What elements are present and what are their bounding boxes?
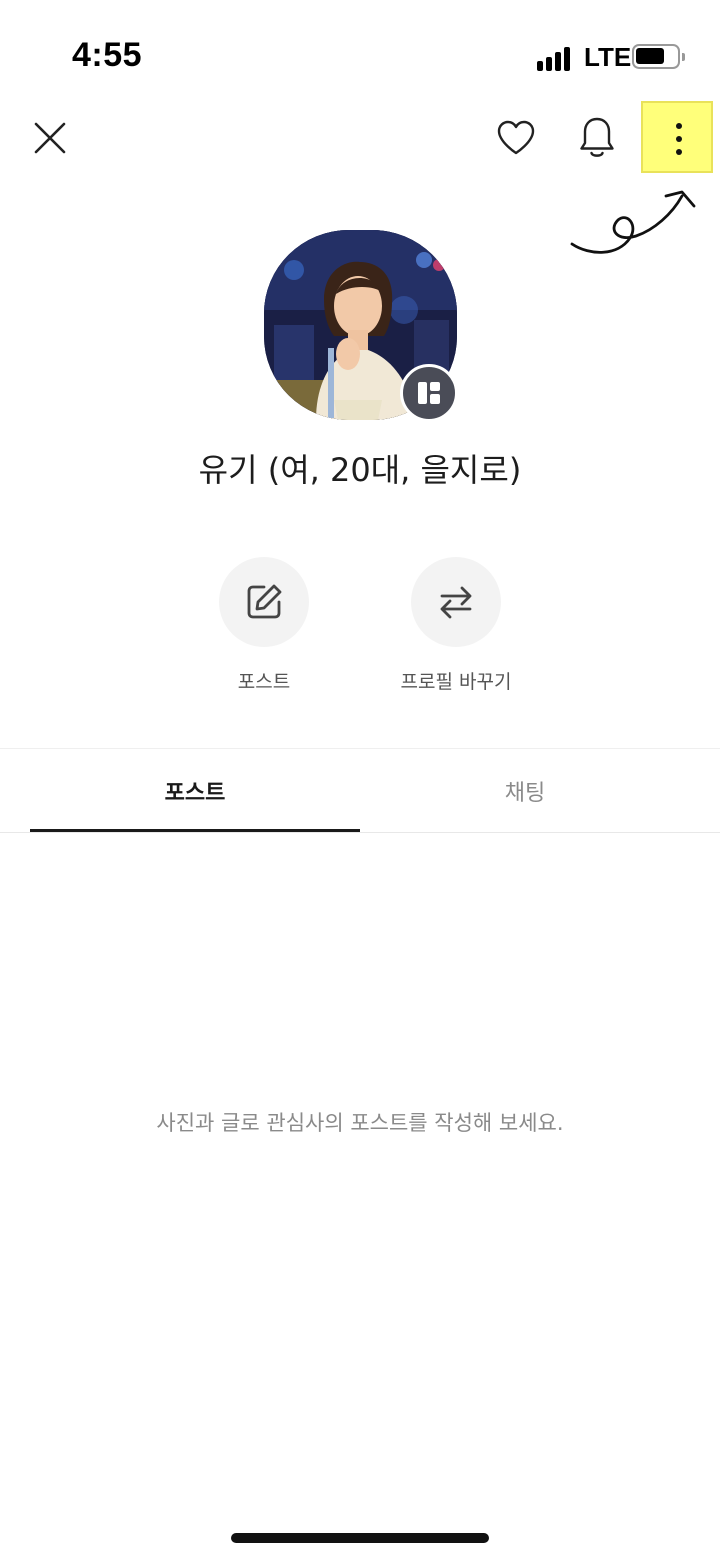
profile-layout-button[interactable] — [400, 364, 458, 422]
status-time: 4:55 — [72, 36, 143, 74]
profile-layout-icon — [418, 382, 440, 404]
profile-avatar-container[interactable] — [264, 230, 458, 422]
battery-icon — [632, 44, 685, 69]
network-type: LTE — [584, 42, 632, 72]
heart-icon — [497, 120, 535, 155]
home-indicator[interactable] — [231, 1533, 489, 1543]
bell-icon — [580, 117, 614, 157]
swap-arrows-icon — [440, 586, 472, 619]
tab-chat[interactable]: 채팅 — [360, 752, 690, 830]
empty-state-message: 사진과 글로 관심사의 포스트를 작성해 보세요. — [156, 1111, 564, 1135]
tab-posts[interactable]: 포스트 — [30, 752, 360, 830]
notification-button[interactable] — [573, 112, 621, 164]
battery-level — [636, 48, 664, 64]
change-profile-circle[interactable] — [411, 557, 501, 647]
section-divider — [0, 748, 720, 749]
write-post-label: 포스트 — [237, 671, 291, 693]
profile-name: 유기 (여, 20대, 을지로) — [198, 451, 522, 489]
close-icon — [34, 122, 66, 154]
change-profile-label: 프로필 바꾸기 — [400, 671, 512, 693]
more-options-button[interactable] — [641, 101, 713, 173]
change-profile-button[interactable]: 프로필 바꾸기 — [376, 557, 536, 694]
favorite-button[interactable] — [492, 114, 540, 162]
write-post-circle[interactable] — [219, 557, 309, 647]
edit-icon — [247, 584, 282, 619]
signal-bars-icon — [537, 43, 577, 71]
close-button[interactable] — [26, 114, 74, 162]
write-post-button[interactable]: 포스트 — [184, 557, 344, 694]
tabs-divider — [0, 832, 720, 833]
annotation-arrow — [570, 190, 696, 254]
